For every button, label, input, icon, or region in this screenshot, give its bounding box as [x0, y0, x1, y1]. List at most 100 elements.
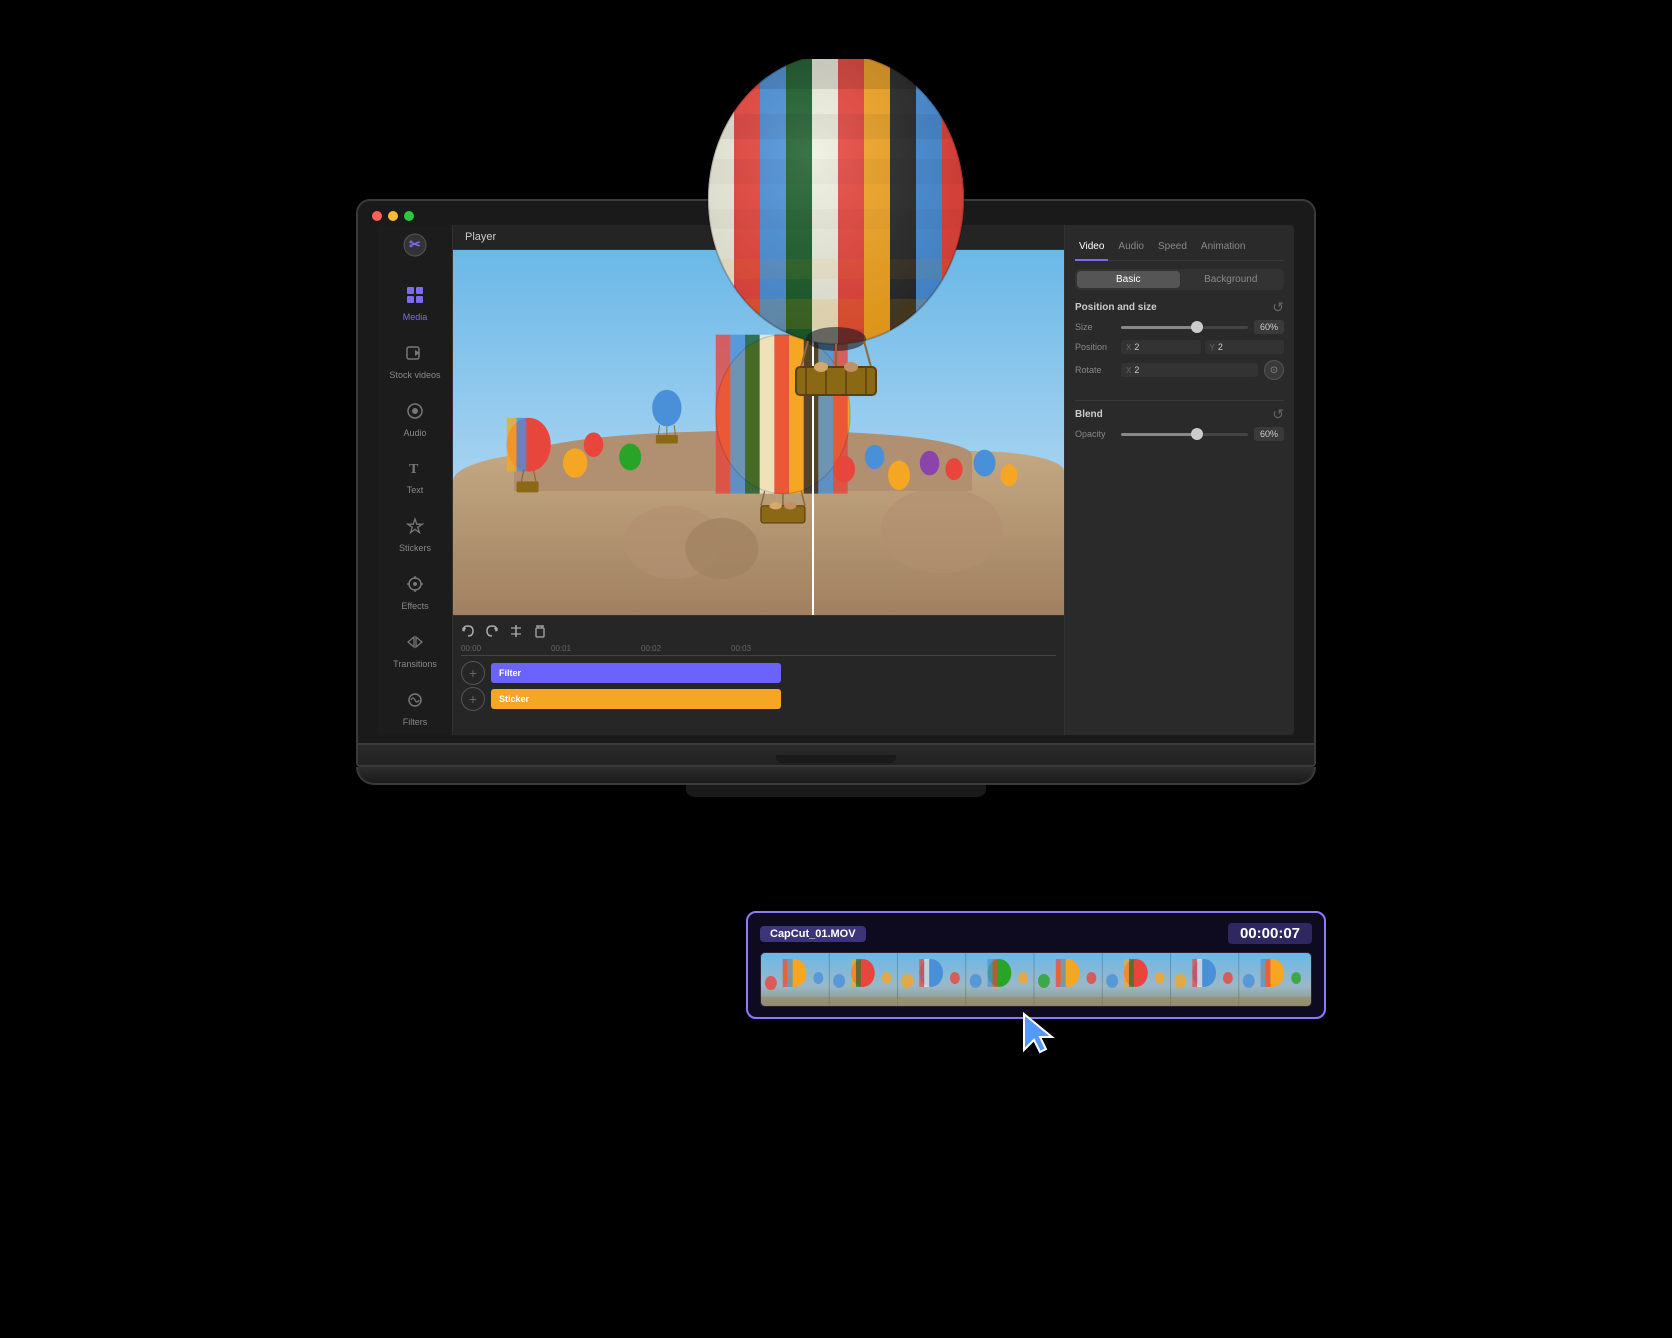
traffic-light-fullscreen[interactable]: [404, 211, 414, 221]
sub-tab-background[interactable]: Background: [1180, 271, 1283, 288]
position-y-input[interactable]: Y 2: [1205, 340, 1285, 354]
tab-video[interactable]: Video: [1075, 239, 1108, 254]
pos-x-value: 2: [1134, 342, 1139, 352]
effects-label: Effects: [401, 601, 428, 612]
tab-speed[interactable]: Speed: [1154, 239, 1191, 254]
stickers-label: Stickers: [399, 543, 431, 554]
sidebar-item-text[interactable]: T Text: [378, 446, 452, 504]
effects-icon: [401, 570, 429, 598]
sidebar-item-audio[interactable]: Audio: [378, 389, 452, 447]
blend-header: Blend ↺: [1075, 407, 1284, 421]
position-size-header: Position and size ↺: [1075, 300, 1284, 314]
sub-tab-basic[interactable]: Basic: [1077, 271, 1180, 288]
sidebar: ✂ Media: [378, 225, 453, 735]
rot-x-value: 2: [1134, 365, 1139, 375]
position-size-reset-btn[interactable]: ↺: [1272, 300, 1284, 314]
position-label: Position: [1075, 342, 1115, 352]
sidebar-item-stickers[interactable]: Stickers: [378, 504, 452, 562]
traffic-lights: [372, 211, 414, 221]
transitions-icon: [401, 628, 429, 656]
keyboard-notch: [776, 755, 896, 763]
filters-icon: [401, 686, 429, 714]
blend-reset-btn[interactable]: ↺: [1272, 407, 1284, 421]
laptop-keyboard: [356, 745, 1316, 767]
filmstrip: [760, 952, 1312, 1007]
audio-label: Audio: [403, 428, 426, 439]
right-panel: Video Audio Speed Animation Basic Backgr…: [1064, 225, 1294, 735]
laptop-stand: [356, 767, 1316, 785]
traffic-light-close[interactable]: [372, 211, 382, 221]
add-filter-track-btn[interactable]: +: [461, 661, 485, 685]
laptop-wrapper: ✂ Media: [286, 119, 1386, 1219]
size-slider[interactable]: [1121, 326, 1248, 329]
tab-animation[interactable]: Animation: [1197, 239, 1249, 254]
text-icon: T: [401, 454, 429, 482]
sidebar-item-effects[interactable]: Effects: [378, 562, 452, 620]
media-icon: [401, 281, 429, 309]
app-logo[interactable]: ✂: [400, 233, 430, 257]
timeline-area: 00:00 00:01 00:02 00:03 + Filter: [453, 615, 1064, 735]
sidebar-item-media[interactable]: Media: [378, 273, 452, 331]
traffic-light-minimize[interactable]: [388, 211, 398, 221]
text-label: Text: [407, 485, 424, 496]
track-row-filter: + Filter: [461, 662, 1056, 684]
ruler-mark-2: 00:02: [641, 644, 731, 653]
position-x-input[interactable]: X 2: [1121, 340, 1201, 354]
tab-audio[interactable]: Audio: [1114, 239, 1148, 254]
position-xy-inputs: X 2 Y 2: [1121, 340, 1284, 354]
timeline-ruler: 00:00 00:01 00:02 00:03: [461, 644, 1056, 656]
popup-filename: CapCut_01.MOV: [760, 926, 866, 942]
sidebar-item-transitions[interactable]: Transitions: [378, 620, 452, 678]
filter-clip-label: Filter: [499, 668, 521, 678]
blend-title: Blend: [1075, 409, 1103, 420]
opacity-value: 60%: [1254, 427, 1284, 441]
blend-separator: [1075, 400, 1284, 401]
size-label: Size: [1075, 322, 1115, 332]
sticker-clip[interactable]: Sticker: [491, 689, 781, 709]
stock-videos-label: Stock videos: [389, 370, 440, 381]
player-label: Player: [465, 231, 496, 243]
timeline-controls: [461, 622, 1056, 640]
undo-button[interactable]: [461, 624, 475, 638]
cursor-arrow: [1020, 1012, 1056, 1059]
pos-x-label: X: [1126, 343, 1131, 352]
redo-button[interactable]: [485, 624, 499, 638]
transitions-label: Transitions: [393, 659, 437, 670]
stock-videos-icon: [401, 339, 429, 367]
floating-timeline-popup: CapCut_01.MOV 00:00:07: [746, 911, 1326, 1019]
stickers-icon: [401, 512, 429, 540]
pos-y-value: 2: [1218, 342, 1223, 352]
audio-icon: [401, 397, 429, 425]
laptop-foot: [686, 785, 986, 797]
opacity-slider[interactable]: [1121, 433, 1248, 436]
filter-clip[interactable]: Filter: [491, 663, 781, 683]
sidebar-item-stock-videos[interactable]: Stock videos: [378, 331, 452, 389]
main-tabs-row: Video Audio Speed Animation: [1075, 235, 1284, 261]
position-size-section: Position and size ↺ Size 60%: [1075, 300, 1284, 386]
size-value: 60%: [1254, 320, 1284, 334]
timeline-tracks: + Filter + Sticker: [461, 662, 1056, 729]
delete-button[interactable]: [533, 624, 547, 638]
rotate-x-input[interactable]: X 2: [1121, 363, 1258, 377]
svg-text:T: T: [409, 462, 419, 477]
opacity-label: Opacity: [1075, 429, 1115, 439]
balloon-overlay: [696, 59, 976, 399]
add-sticker-track-btn[interactable]: +: [461, 687, 485, 711]
rotate-row: Rotate X 2 ⊙: [1075, 360, 1284, 380]
ruler-mark-0: 00:00: [461, 644, 551, 653]
sticker-clip-label: Sticker: [499, 694, 529, 704]
opacity-control-row: Opacity 60%: [1075, 427, 1284, 441]
position-size-title: Position and size: [1075, 302, 1157, 313]
filters-label: Filters: [403, 717, 428, 728]
media-label: Media: [403, 312, 428, 323]
rot-x-label: X: [1126, 366, 1131, 375]
sidebar-item-filters[interactable]: Filters: [378, 678, 452, 735]
popup-timecode: 00:00:07: [1228, 923, 1312, 944]
pos-y-label: Y: [1210, 343, 1215, 352]
ruler-mark-1: 00:01: [551, 644, 641, 653]
compass-button[interactable]: ⊙: [1264, 360, 1284, 380]
split-button[interactable]: [509, 624, 523, 638]
blend-section: Blend ↺ Opacity 60%: [1075, 407, 1284, 447]
position-control-row: Position X 2 Y 2: [1075, 340, 1284, 354]
mountains-background: [453, 451, 1064, 615]
